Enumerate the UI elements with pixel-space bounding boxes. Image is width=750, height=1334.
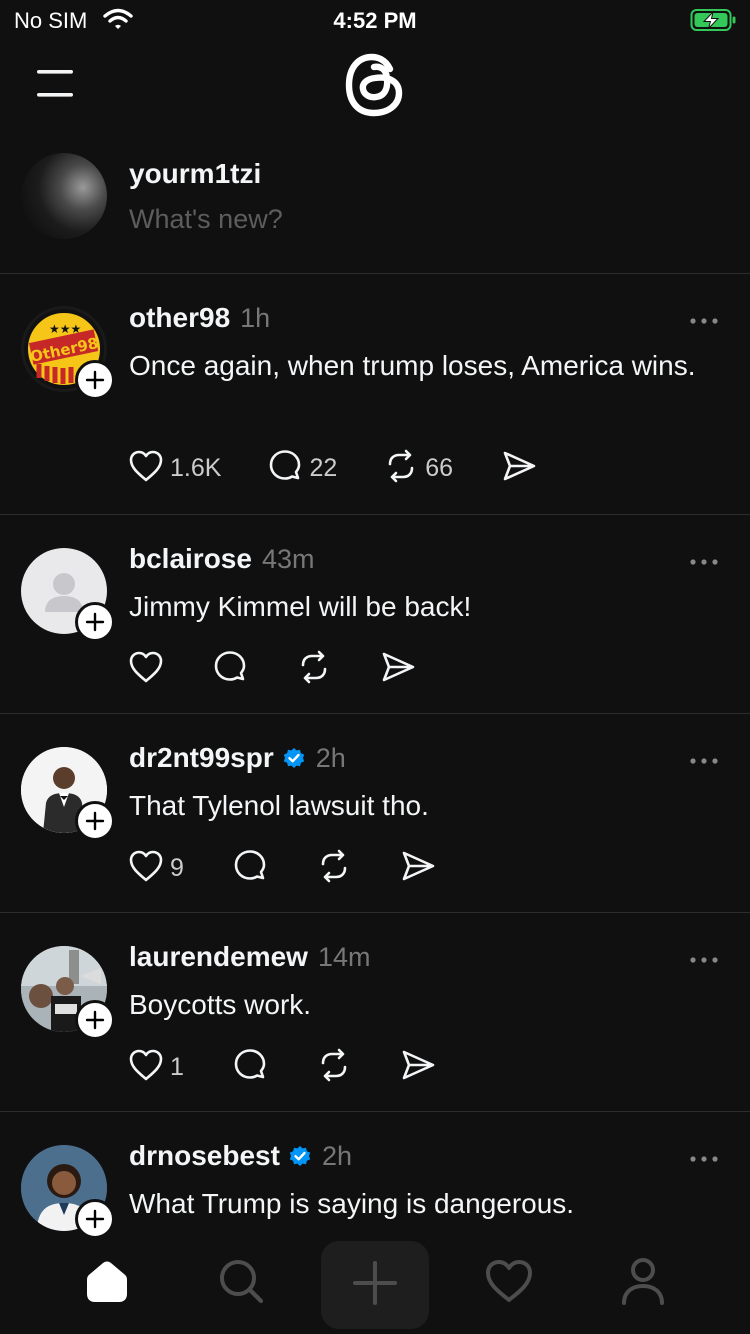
like-button[interactable]: 1 bbox=[128, 1048, 184, 1087]
post-username[interactable]: bclairose bbox=[129, 543, 252, 575]
post-text: That Tylenol lawsuit tho. bbox=[129, 790, 429, 821]
heart-icon bbox=[128, 849, 164, 888]
battery-charging-icon bbox=[690, 8, 738, 37]
tab-activity[interactable] bbox=[474, 1248, 544, 1318]
post-username[interactable]: other98 bbox=[129, 302, 230, 334]
repost-icon bbox=[383, 448, 419, 489]
more-options-icon[interactable] bbox=[688, 953, 720, 965]
send-icon bbox=[400, 1048, 436, 1087]
composer[interactable]: yourm1tzi What's new? bbox=[0, 140, 750, 274]
tab-home[interactable] bbox=[72, 1248, 142, 1318]
status-bar: No SIM 4:52 PM bbox=[0, 0, 750, 44]
tab-create[interactable] bbox=[321, 1241, 429, 1329]
like-count: 1.6K bbox=[170, 454, 222, 482]
repost-button[interactable] bbox=[316, 1047, 352, 1088]
reply-button[interactable] bbox=[232, 848, 268, 889]
create-icon bbox=[353, 1260, 397, 1310]
heart-icon bbox=[128, 449, 164, 488]
avatar[interactable] bbox=[21, 153, 107, 239]
post-item[interactable]: dr2nt99spr 2h That Tylenol lawsuit tho. … bbox=[0, 714, 750, 913]
follow-plus-button[interactable] bbox=[75, 1199, 115, 1236]
post-item[interactable]: drnosebest 2h What Trump is saying is da… bbox=[0, 1112, 750, 1236]
send-icon bbox=[380, 650, 416, 689]
like-count: 1 bbox=[170, 1053, 184, 1081]
post-username[interactable]: drnosebest bbox=[129, 1140, 280, 1172]
send-icon bbox=[400, 849, 436, 888]
tab-bar bbox=[0, 1236, 750, 1334]
like-button[interactable] bbox=[128, 650, 164, 689]
repost-icon bbox=[296, 649, 332, 690]
post-text: Jimmy Kimmel will be back! bbox=[129, 591, 472, 622]
heart-icon bbox=[128, 650, 164, 689]
tab-profile[interactable] bbox=[608, 1248, 678, 1318]
post-text: Once again, when trump loses, America wi… bbox=[129, 350, 696, 381]
menu-icon[interactable] bbox=[37, 70, 75, 100]
post-time: 2h bbox=[315, 742, 346, 773]
composer-input[interactable]: What's new? bbox=[129, 204, 283, 235]
follow-plus-button[interactable] bbox=[75, 801, 115, 841]
repost-button[interactable] bbox=[316, 848, 352, 889]
post-item[interactable]: laurendemew 14m Boycotts work. 1 bbox=[0, 913, 750, 1112]
follow-plus-button[interactable] bbox=[75, 602, 115, 642]
like-count: 9 bbox=[170, 854, 184, 882]
repost-button[interactable] bbox=[296, 649, 332, 690]
post-time: 14m bbox=[317, 941, 371, 972]
post-time: 2h bbox=[321, 1140, 352, 1171]
composer-username: yourm1tzi bbox=[129, 158, 262, 189]
post-time: 43m bbox=[261, 543, 315, 574]
reply-button[interactable]: 22 bbox=[267, 448, 337, 489]
share-button[interactable] bbox=[400, 1048, 436, 1087]
threads-logo[interactable] bbox=[343, 51, 407, 119]
profile-icon bbox=[620, 1256, 666, 1311]
repost-button[interactable]: 66 bbox=[383, 448, 453, 489]
more-options-icon[interactable] bbox=[688, 555, 720, 567]
comment-icon bbox=[232, 848, 268, 889]
post-time: 1h bbox=[240, 302, 271, 333]
repost-icon bbox=[316, 1047, 352, 1088]
heart-icon bbox=[128, 1048, 164, 1087]
share-button[interactable] bbox=[501, 449, 537, 488]
verified-badge-icon bbox=[288, 1144, 312, 1168]
post-username[interactable]: dr2nt99spr bbox=[129, 742, 274, 774]
clock: 4:52 PM bbox=[333, 8, 417, 33]
home-icon bbox=[83, 1258, 131, 1309]
more-options-icon[interactable] bbox=[688, 314, 720, 326]
comment-icon bbox=[232, 1047, 268, 1088]
tab-search[interactable] bbox=[206, 1248, 276, 1318]
share-button[interactable] bbox=[400, 849, 436, 888]
repost-icon bbox=[316, 848, 352, 889]
share-button[interactable] bbox=[380, 650, 416, 689]
activity-heart-icon bbox=[484, 1258, 534, 1309]
post-item[interactable]: Other98 ★★★ other98 1h Once again, when … bbox=[0, 274, 750, 515]
post-text: Boycotts work. bbox=[129, 989, 312, 1020]
post-text: What Trump is saying is dangerous. bbox=[129, 1188, 575, 1219]
like-button[interactable]: 1.6K bbox=[128, 449, 221, 488]
search-icon bbox=[217, 1257, 265, 1310]
svg-text:★★★: ★★★ bbox=[49, 322, 81, 336]
reply-button[interactable] bbox=[232, 1047, 268, 1088]
reply-count: 22 bbox=[309, 454, 338, 482]
follow-plus-button[interactable] bbox=[75, 1000, 115, 1040]
follow-plus-button[interactable] bbox=[75, 360, 115, 400]
repost-count: 66 bbox=[425, 454, 454, 482]
more-options-icon[interactable] bbox=[688, 1152, 720, 1164]
verified-badge-icon bbox=[282, 746, 306, 770]
more-options-icon[interactable] bbox=[688, 754, 720, 766]
send-icon bbox=[501, 449, 537, 488]
reply-button[interactable] bbox=[212, 649, 248, 690]
like-button[interactable]: 9 bbox=[128, 849, 184, 888]
post-item[interactable]: bclairose 43m Jimmy Kimmel will be back! bbox=[0, 515, 750, 714]
comment-icon bbox=[267, 448, 303, 489]
comment-icon bbox=[212, 649, 248, 690]
post-username[interactable]: laurendemew bbox=[129, 941, 308, 973]
